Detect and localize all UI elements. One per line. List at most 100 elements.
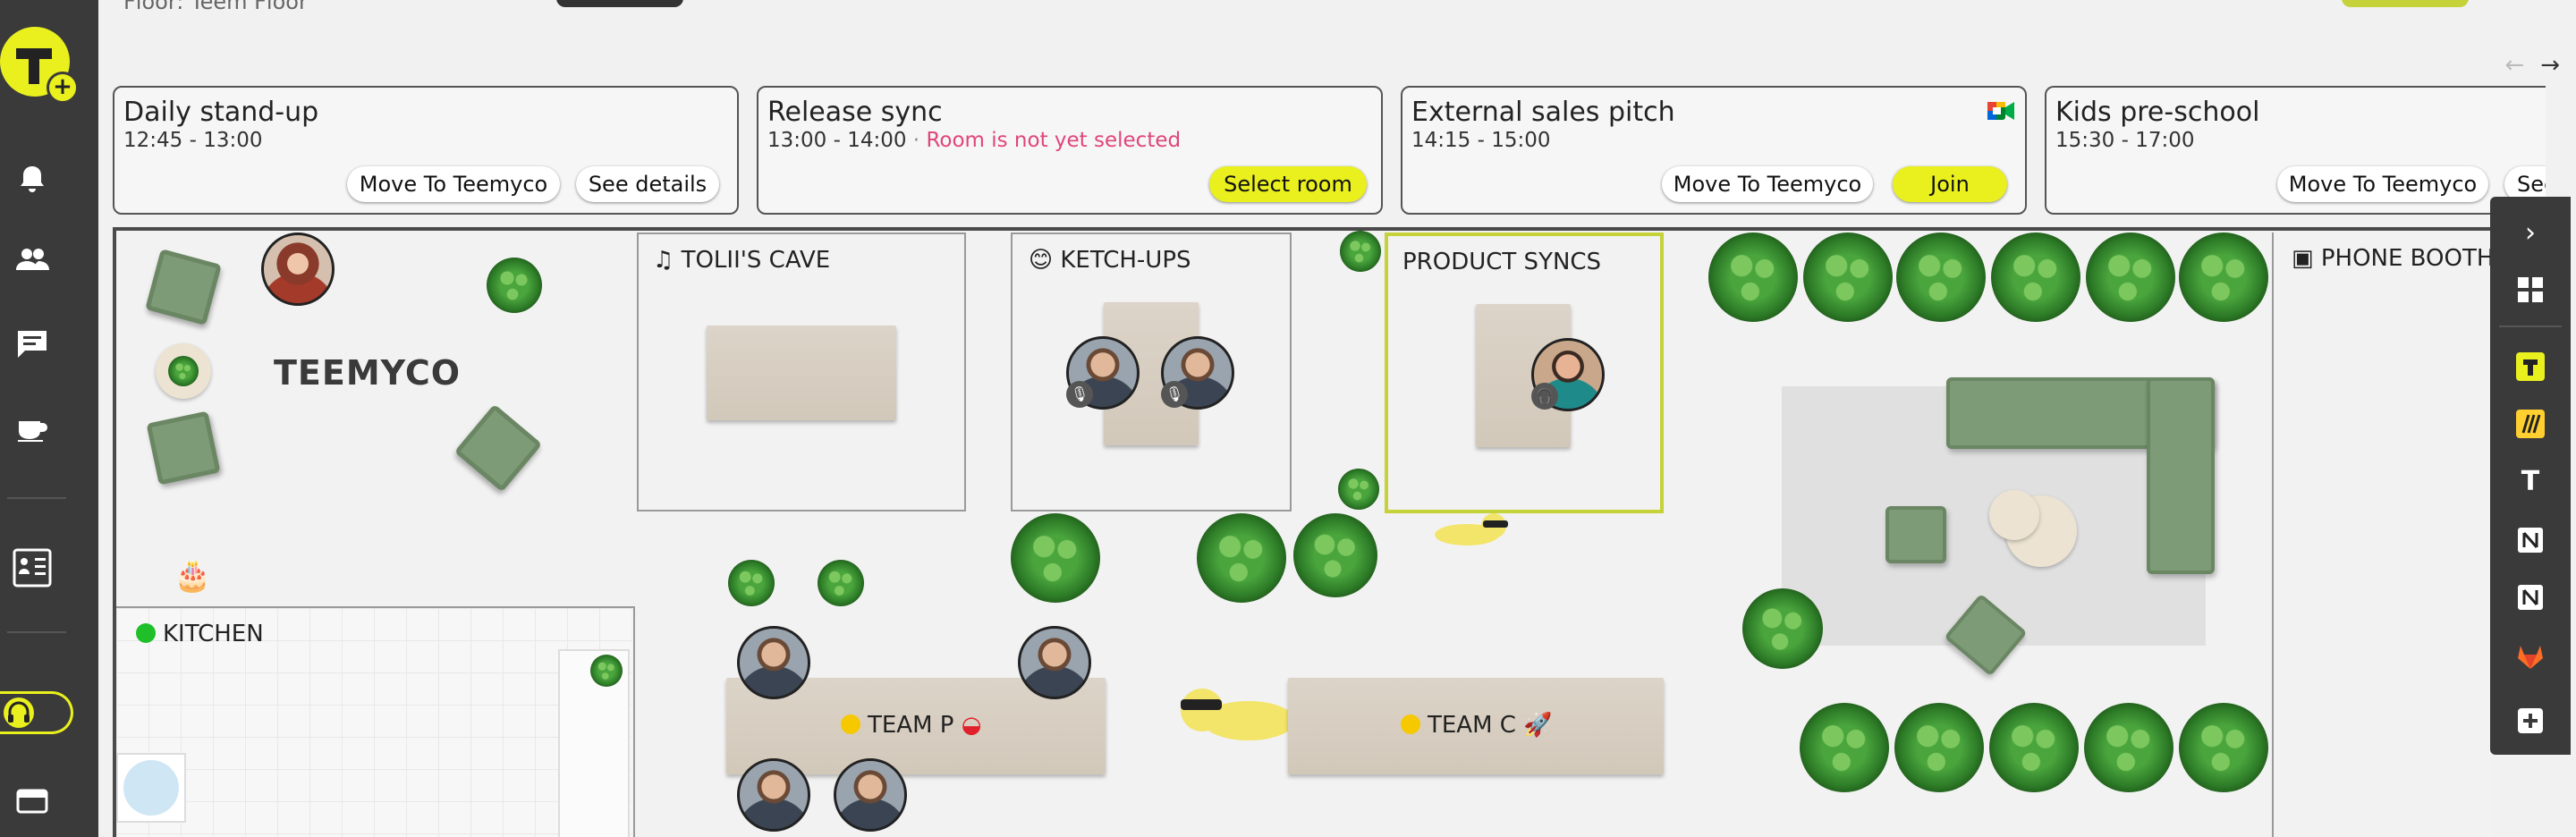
user-avatar[interactable] <box>737 758 810 832</box>
brand-label: TEEMYCO <box>274 353 462 393</box>
headphones-icon: 🎧 <box>1531 383 1558 410</box>
event-card: External sales pitch 14:15 - 15:00 Move … <box>1401 86 2027 215</box>
next-arrow-icon[interactable]: → <box>2540 52 2560 79</box>
sink-icon <box>123 760 179 816</box>
move-to-teemyco-button[interactable]: Move To Teemyco <box>347 166 560 202</box>
room-product-syncs[interactable]: PRODUCT SYNCS 🎧 <box>1385 232 1664 513</box>
mic-icon: 🎙 <box>1161 381 1188 408</box>
sidebar-divider <box>7 497 66 499</box>
prev-arrow-icon[interactable]: ← <box>2504 52 2524 79</box>
move-to-teemyco-button[interactable]: Move To Teemyco <box>2277 166 2488 202</box>
chevron-right-icon[interactable]: › <box>2512 215 2548 250</box>
room-label: ♫ TOLII'S CAVE <box>653 247 831 274</box>
plant-icon <box>168 356 199 386</box>
dog-icon <box>1435 513 1508 545</box>
plant-icon <box>1293 513 1377 597</box>
headset-icon <box>4 698 34 728</box>
chair <box>453 403 543 493</box>
gitlab-icon[interactable] <box>2512 638 2548 674</box>
top-control[interactable] <box>556 0 683 7</box>
chat-icon[interactable] <box>14 326 50 361</box>
team-c-label: TEAM C 🚀 <box>1401 712 1553 739</box>
audio-status-toggle[interactable] <box>0 691 73 734</box>
user-avatar[interactable] <box>834 758 907 832</box>
event-title: Release sync <box>767 97 943 128</box>
side-table <box>1989 490 2039 540</box>
user-avatar[interactable] <box>737 626 810 699</box>
floor-plan-icon[interactable] <box>12 547 53 588</box>
logo-icon[interactable]: + <box>0 27 79 104</box>
room-kitchen[interactable]: KITCHEN <box>116 606 635 837</box>
plant-icon <box>1896 232 1986 322</box>
event-time: 13:00 - 14:00 · Room is not yet selected <box>767 129 1182 152</box>
plant-icon <box>1338 469 1379 510</box>
people-icon[interactable] <box>14 241 50 277</box>
event-title: Daily stand-up <box>123 97 319 128</box>
event-title: Kids pre-school <box>2055 97 2260 128</box>
plant-icon <box>2179 232 2268 322</box>
plant-icon <box>1989 703 2079 792</box>
move-to-teemyco-button[interactable]: Move To Teemyco <box>1662 166 1873 202</box>
cake-icon: 🎂 <box>174 558 212 594</box>
coffee-icon[interactable] <box>14 410 50 445</box>
room-label: 😊 KETCH-UPS <box>1029 247 1191 274</box>
plant-icon <box>1011 513 1100 603</box>
floor-label: Floor: Teem Floor <box>123 0 308 14</box>
event-time: 14:15 - 15:00 <box>1411 129 1551 152</box>
room-phone-booth[interactable]: ▣ PHONE BOOTH <box>2272 232 2504 837</box>
typora-icon[interactable]: T <box>2512 463 2548 499</box>
see-details-button[interactable]: See details <box>576 166 719 202</box>
add-icon[interactable]: + <box>47 72 79 104</box>
apps-grid-icon[interactable] <box>2512 272 2548 308</box>
miro-icon[interactable] <box>2512 406 2548 442</box>
chair <box>145 249 222 326</box>
floor-plan: TEEMYCO 🎂 ♫ TOLII'S CAVE 😊 KETCH-UPS 🎙 🎙… <box>113 227 2494 837</box>
event-time: 15:30 - 17:00 <box>2055 129 2195 152</box>
plant-icon <box>487 258 542 313</box>
plant-icon <box>1991 232 2080 322</box>
plant-icon <box>590 655 623 687</box>
add-app-icon[interactable] <box>2512 703 2548 739</box>
user-avatar[interactable] <box>1018 626 1091 699</box>
select-room-button[interactable]: Select room <box>1209 166 1367 202</box>
plant-icon <box>2084 703 2174 792</box>
window-icon[interactable] <box>14 783 50 819</box>
plant-icon <box>2086 232 2175 322</box>
teemyco-app-icon[interactable] <box>2512 349 2548 385</box>
chair <box>146 410 221 486</box>
sidebar-divider <box>2499 326 2562 327</box>
event-time: 12:45 - 13:00 <box>123 129 263 152</box>
appliance <box>116 753 186 823</box>
team-p-label: TEAM P ◒ <box>841 712 981 739</box>
user-avatar[interactable] <box>261 232 335 306</box>
left-sidebar: + <box>0 0 98 837</box>
sofa <box>2147 377 2215 574</box>
plant-icon <box>818 560 864 606</box>
room-ketch-ups[interactable]: 😊 KETCH-UPS 🎙 🎙 <box>1011 232 1292 512</box>
plant-icon <box>1197 513 1286 603</box>
dog-icon <box>1181 689 1295 740</box>
bell-icon[interactable] <box>14 161 50 197</box>
notion-icon[interactable] <box>2512 579 2548 615</box>
plant-icon <box>2179 703 2268 792</box>
mic-icon: 🎙 <box>1066 381 1093 408</box>
room-label: PRODUCT SYNCS <box>1402 249 1602 275</box>
top-control[interactable] <box>2342 0 2469 7</box>
google-meet-icon <box>1987 102 2014 120</box>
meeting-table <box>707 326 896 420</box>
plant-icon <box>1894 703 1984 792</box>
plant-icon <box>1800 703 1889 792</box>
event-pagination: ← → <box>2488 52 2560 79</box>
plant-icon <box>1803 232 1893 322</box>
plant-icon <box>1708 232 1798 322</box>
event-card: Kids pre-school 15:30 - 17:00 Move To Te… <box>2045 86 2546 215</box>
event-card: Daily stand-up 12:45 - 13:00 Move To Tee… <box>113 86 739 215</box>
notion-icon[interactable] <box>2512 522 2548 558</box>
plant-icon <box>1742 588 1823 669</box>
event-title: External sales pitch <box>1411 97 1675 128</box>
room-toliis-cave[interactable]: ♫ TOLII'S CAVE <box>637 232 966 512</box>
event-card: Release sync 13:00 - 14:00 · Room is not… <box>757 86 1383 215</box>
join-button[interactable]: Join <box>1893 166 2007 202</box>
plant-icon <box>728 560 775 606</box>
armchair <box>1885 506 1946 563</box>
